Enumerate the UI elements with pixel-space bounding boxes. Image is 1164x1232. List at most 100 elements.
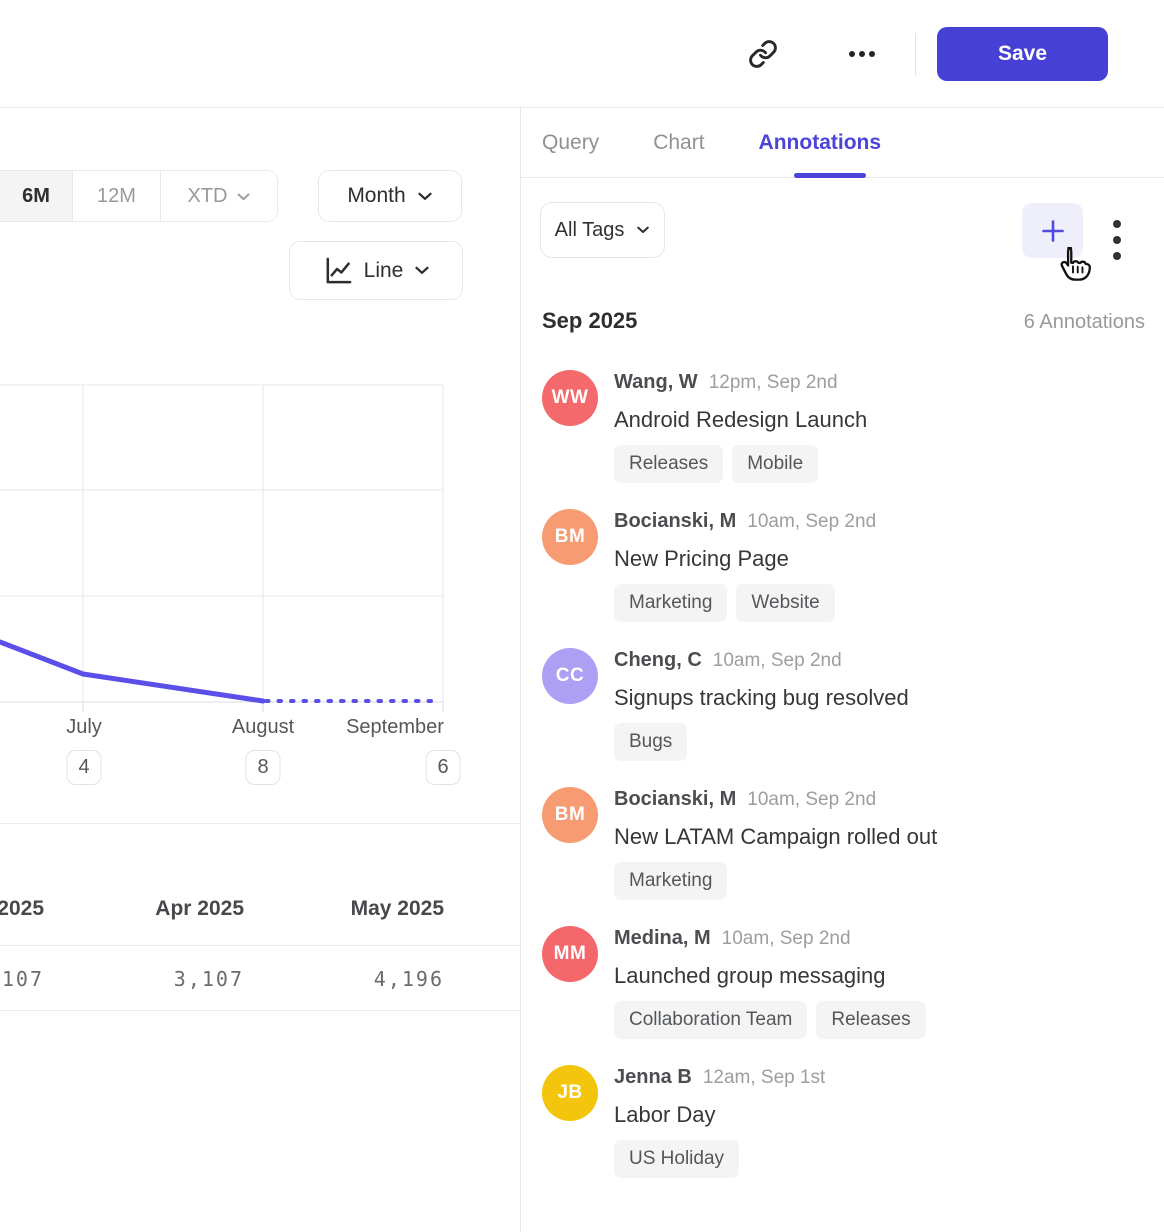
annotation-meta: Jenna B12am, Sep 1st [614, 1065, 825, 1090]
granularity-label: Month [347, 184, 405, 208]
annotation-author: Medina, M [614, 926, 711, 950]
annotation-title: Android Redesign Launch [614, 403, 867, 436]
annotation-content: Wang, W 12pm, Sep 2nd Android Redesign Lau… [614, 370, 867, 483]
more-options-button[interactable] [836, 40, 888, 68]
copy-link-button[interactable] [744, 36, 782, 72]
topbar: Save [0, 0, 1164, 108]
annotation-author: Jenna B [614, 1065, 692, 1089]
annotation-author: Cheng, C [614, 648, 702, 672]
range-segment-12m[interactable]: 12M [72, 171, 160, 221]
range-segment-label: 12M [97, 185, 136, 208]
annotation-tag: US Holiday [614, 1140, 739, 1178]
annotation-content: Bocianski, M 10am, Sep 2nd New Pricing Pag… [614, 509, 876, 622]
annotation-author: Bocianski, M [614, 787, 736, 811]
annotation-title: Labor Day [614, 1098, 825, 1131]
granularity-dropdown[interactable]: Month [318, 170, 462, 222]
annotation-timestamp: 10am, Sep 2nd [747, 788, 876, 812]
x-axis-label: August [232, 716, 294, 739]
add-annotation-button[interactable] [1022, 203, 1083, 258]
annotation-row[interactable]: CC Cheng, C 10am, Sep 2nd Signups tracking … [542, 648, 1156, 761]
annotation-meta: Bocianski, M 10am, Sep 2nd [614, 509, 876, 534]
annotation-author: Bocianski, M [614, 509, 736, 533]
annotation-row[interactable]: JB Jenna B12am, Sep 1st Labor Day US Holida… [542, 1065, 1156, 1178]
avatar: JB [542, 1065, 598, 1121]
annotation-content: Jenna B12am, Sep 1st Labor Day US Holiday [614, 1065, 825, 1178]
avatar: CC [542, 648, 598, 704]
all-tags-filter-dropdown[interactable]: All Tags [540, 202, 665, 258]
annotation-row[interactable]: BM Bocianski, M 10am, Sep 2nd New Pricing P… [542, 509, 1156, 622]
table-divider [0, 1010, 520, 1011]
active-tab-indicator [794, 173, 866, 178]
line-chart-icon [322, 255, 353, 286]
chart-type-dropdown[interactable]: Line [289, 241, 463, 300]
annotation-content: Bocianski, M 10am, Sep 2nd New LATAM Campa… [614, 787, 937, 900]
table-column-header: May 2025 [244, 895, 444, 923]
annotation-author: Wang, W [614, 370, 698, 394]
annotation-row[interactable]: BMBocianski, M10am, Sep 2ndNew LATAM Cam… [542, 787, 1156, 900]
annotation-tags: US Holiday [614, 1140, 825, 1178]
annotation-tags: Marketing [614, 862, 937, 900]
annotation-count-badge[interactable]: 4 [67, 750, 102, 785]
annotation-tag: Releases [816, 1001, 925, 1039]
tab-chart[interactable]: Chart [653, 131, 704, 155]
month-section-header: Sep 2025 [542, 308, 637, 334]
annotation-meta: Bocianski, M 10am, Sep 2nd [614, 787, 937, 812]
range-segment-6m[interactable]: 6M [0, 171, 72, 221]
x-axis-label: September [346, 716, 444, 739]
annotation-row[interactable]: MM Medina, M 10am, Sep 2nd Launched group m… [542, 926, 1156, 1039]
table-cell-value: 107 [0, 965, 44, 993]
plus-icon [1039, 217, 1067, 245]
annotation-meta: Medina, M 10am, Sep 2nd [614, 926, 926, 951]
line-chart-plot[interactable] [0, 380, 450, 716]
annotation-count-badge[interactable]: 6 [426, 750, 461, 785]
annotation-timestamp: 10am, Sep 2nd [747, 510, 876, 534]
annotation-tags: Collaboration TeamReleases [614, 1001, 926, 1039]
kebab-icon [1113, 220, 1121, 260]
save-button[interactable]: Save [937, 27, 1108, 81]
annotation-meta: Cheng, C 10am, Sep 2nd [614, 648, 909, 673]
range-segmented-control: 6M 12M XTD [0, 170, 278, 222]
chevron-down-icon [414, 265, 430, 276]
table-column: May 20254,196 [244, 823, 444, 993]
chevron-down-icon [636, 225, 650, 235]
annotation-timestamp: 12pm, Sep 2nd [709, 371, 838, 395]
range-segment-label: XTD [188, 185, 228, 208]
annotation-content: Cheng, C 10am, Sep 2nd Signups tracking bu… [614, 648, 909, 761]
x-axis-label: July [66, 716, 102, 739]
annotations-panel: QueryChartAnnotations All Tags Sep 2025 … [520, 108, 1164, 1232]
annotations-count: 6 Annotations [1024, 311, 1145, 334]
range-segment-label: 6M [22, 185, 50, 208]
chevron-down-icon [236, 192, 251, 202]
annotation-tags: MarketingWebsite [614, 584, 876, 622]
annotation-title: New LATAM Campaign rolled out [614, 820, 937, 853]
table-column: 2025107 [0, 823, 44, 993]
range-segment-xtd[interactable]: XTD [160, 171, 277, 221]
table-cell-value: 3,107 [44, 965, 244, 993]
annotation-title: New Pricing Page [614, 542, 876, 575]
tab-annotations[interactable]: Annotations [759, 131, 881, 155]
annotation-tag: Mobile [732, 445, 818, 483]
annotation-tag: Marketing [614, 584, 727, 622]
annotation-row[interactable]: WWWang, W12pm, Sep 2ndAndroid Redesign L… [542, 370, 1156, 483]
annotation-timestamp: 10am, Sep 2nd [713, 649, 842, 673]
link-icon [748, 39, 778, 69]
table-column-header: Apr 2025 [44, 895, 244, 923]
ellipsis-icon [847, 51, 877, 57]
avatar: MM [542, 926, 598, 982]
annotations-list: WWWang, W12pm, Sep 2ndAndroid Redesign L… [542, 370, 1156, 1204]
annotation-tag: Marketing [614, 862, 727, 900]
annotation-tag: Website [736, 584, 834, 622]
annotation-timestamp: 10am, Sep 2nd [722, 927, 851, 951]
annotation-title: Signups tracking bug resolved [614, 681, 909, 714]
topbar-divider [915, 33, 916, 75]
tab-query[interactable]: Query [542, 131, 599, 155]
all-tags-label: All Tags [555, 219, 625, 242]
annotation-title: Launched group messaging [614, 959, 926, 992]
chevron-down-icon [417, 191, 433, 202]
annotation-count-badge[interactable]: 8 [246, 750, 281, 785]
annotation-tag: Bugs [614, 723, 687, 761]
annotations-menu-button[interactable] [1097, 212, 1137, 268]
annotation-meta: Wang, W 12pm, Sep 2nd [614, 370, 867, 395]
annotation-tag: Collaboration Team [614, 1001, 807, 1039]
avatar: BM [542, 509, 598, 565]
